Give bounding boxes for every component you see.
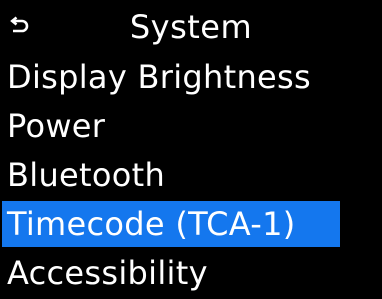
menu-item-bluetooth[interactable]: Bluetooth bbox=[0, 152, 382, 198]
menu-item-timecode[interactable]: Timecode (TCA-1) bbox=[2, 201, 340, 247]
system-menu-screen: System Display Brightness Power Bluetoot… bbox=[0, 0, 382, 292]
page-title: System bbox=[129, 8, 253, 46]
menu-item-power[interactable]: Power bbox=[0, 103, 382, 149]
menu-item-accessibility[interactable]: Accessibility bbox=[0, 250, 382, 296]
menu-item-display-brightness[interactable]: Display Brightness bbox=[0, 54, 382, 100]
menu-list: Display Brightness Power Bluetooth Timec… bbox=[0, 54, 382, 299]
header: System bbox=[0, 4, 382, 50]
